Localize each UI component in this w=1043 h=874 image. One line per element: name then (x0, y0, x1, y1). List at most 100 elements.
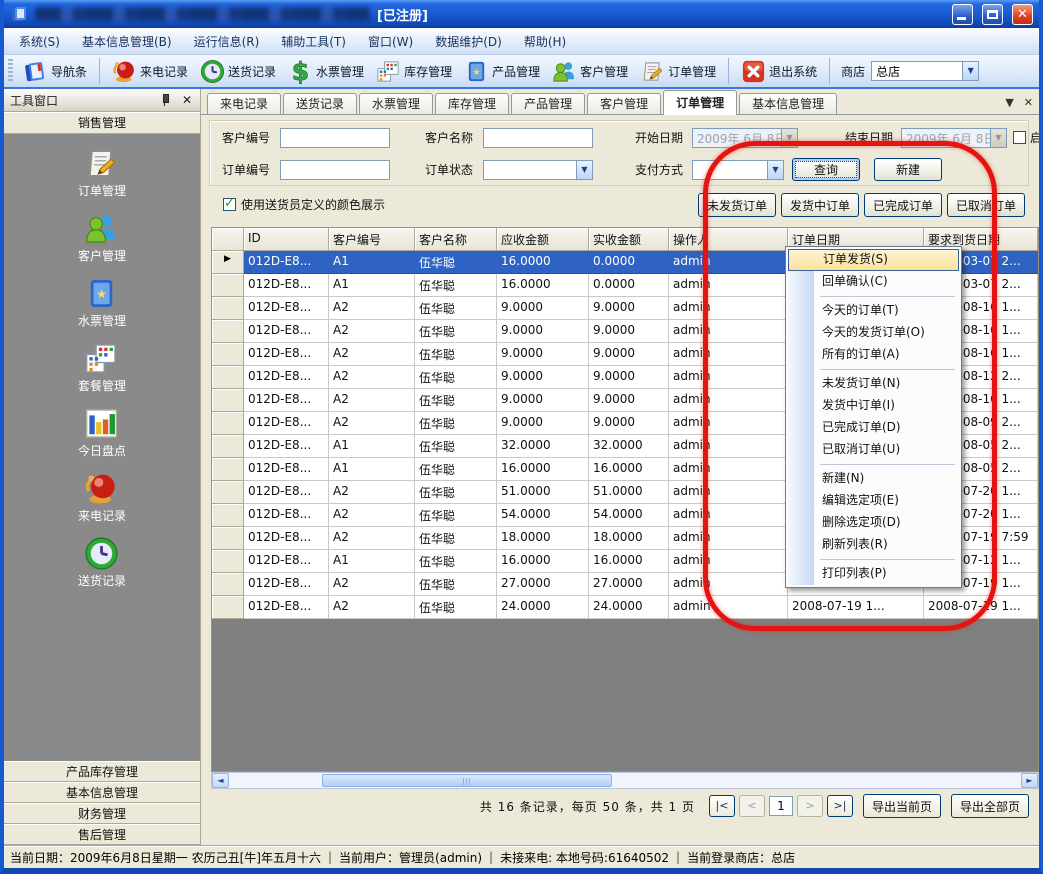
pay-method-select[interactable]: ▼ (692, 160, 784, 180)
context-menu-item-3[interactable]: 今天的订单(T) (788, 300, 959, 322)
shop-select[interactable]: 总店▼ (871, 61, 979, 81)
cell-received: 9.0000 (589, 412, 669, 435)
page-number-input[interactable] (769, 796, 793, 816)
tab-close-icon[interactable]: ✕ (1024, 96, 1033, 109)
horizontal-scrollbar[interactable]: ◄ ► (211, 772, 1039, 789)
context-menu-item-8[interactable]: 发货中订单(I) (788, 395, 959, 417)
tab-3[interactable]: 库存管理 (435, 93, 509, 114)
toolbar-button-calendar-grid[interactable]: 库存管理 (371, 57, 457, 86)
enable-checkbox[interactable] (1013, 131, 1026, 144)
export-current-page-button[interactable]: 导出当前页 (863, 794, 941, 818)
sidebar-section-1[interactable]: 基本信息管理 (4, 782, 200, 803)
cell-customer_name: 伍华聪 (415, 274, 497, 297)
new-button[interactable]: 新建 (874, 158, 942, 181)
table-row[interactable]: 012D-E8...A2伍华聪24.000024.0000admin2008-0… (212, 596, 1038, 619)
toolbar-button-bell[interactable]: 来电记录 (107, 57, 193, 86)
context-menu-item-14[interactable]: 删除选定项(D) (788, 512, 959, 534)
context-menu-item-5[interactable]: 所有的订单(A) (788, 344, 959, 366)
toolbar-button-clock[interactable]: 送货记录 (195, 57, 281, 86)
tab-overflow-icon[interactable]: ▼ (1005, 96, 1013, 109)
toolbar-button-exit[interactable]: 退出系统 (736, 57, 822, 86)
order-no-input[interactable] (280, 160, 390, 180)
context-menu-item-1[interactable]: 回单确认(C) (788, 271, 959, 293)
context-menu-item-10[interactable]: 已取消订单(U) (788, 439, 959, 461)
order-status-select[interactable]: ▼ (483, 160, 593, 180)
cell-customer_name: 伍华聪 (415, 481, 497, 504)
context-menu-item-13[interactable]: 编辑选定项(E) (788, 490, 959, 512)
column-header-2[interactable]: 客户名称 (415, 228, 497, 251)
tab-2[interactable]: 水票管理 (359, 93, 433, 114)
row-selector-cell: ▶ (212, 251, 244, 274)
tab-4[interactable]: 产品管理 (511, 93, 585, 114)
cell-customer_name: 伍华聪 (415, 596, 497, 619)
scrollbar-thumb[interactable] (322, 774, 612, 787)
pin-icon[interactable] (160, 94, 170, 106)
menu-item-3[interactable]: 辅助工具(T) (270, 29, 357, 54)
export-all-pages-button[interactable]: 导出全部页 (951, 794, 1029, 818)
sidebar-item-clock[interactable]: 送货记录 (78, 536, 126, 589)
maximize-button[interactable] (982, 4, 1003, 25)
sidebar-item-bell[interactable]: 来电记录 (78, 471, 126, 524)
toolbar-button-dollar[interactable]: $水票管理 (283, 57, 369, 86)
context-menu-item-17[interactable]: 打印列表(P) (788, 563, 959, 585)
prev-page-button[interactable]: < (739, 795, 765, 817)
menu-item-1[interactable]: 基本信息管理(B) (71, 29, 183, 54)
toolbar-button-blue-book[interactable]: ★产品管理 (459, 57, 545, 86)
tab-7[interactable]: 基本信息管理 (739, 93, 837, 114)
toolbar-button-people[interactable]: 客户管理 (547, 57, 633, 86)
sidebar-item-bar-chart[interactable]: 今日盘点 (78, 406, 126, 459)
menu-item-0[interactable]: 系统(S) (8, 29, 71, 54)
cell-received: 18.0000 (589, 527, 669, 550)
sidebar-section-0[interactable]: 产品库存管理 (4, 761, 200, 782)
toolbar-button-book-navigator[interactable]: 导航条 (18, 57, 92, 86)
menu-item-6[interactable]: 帮助(H) (513, 29, 577, 54)
customer-name-label: 客户名称 (425, 128, 473, 148)
close-button[interactable]: ✕ (1012, 4, 1033, 25)
customer-no-input[interactable] (280, 128, 390, 148)
sidebar-item-people[interactable]: 客户管理 (78, 211, 126, 264)
toolbar-button-scroll-pen[interactable]: 订单管理 (635, 57, 721, 86)
menu-item-5[interactable]: 数据维护(D) (424, 29, 513, 54)
query-button[interactable]: 查询 (792, 158, 860, 181)
context-menu-item-15[interactable]: 刷新列表(R) (788, 534, 959, 556)
column-header-0[interactable]: ID (244, 228, 329, 251)
sidebar-section-3[interactable]: 售后管理 (4, 824, 200, 845)
cell-customer_no: A2 (329, 343, 415, 366)
next-page-button[interactable]: > (797, 795, 823, 817)
tool-window-close-icon[interactable]: ✕ (180, 93, 194, 107)
status-filter-button-0[interactable]: 未发货订单 (698, 193, 776, 217)
last-page-button[interactable]: >| (827, 795, 853, 817)
cell-id: 012D-E8... (244, 504, 329, 527)
column-header-3[interactable]: 应收金额 (497, 228, 589, 251)
status-filter-button-3[interactable]: 已取消订单 (947, 193, 1025, 217)
sidebar-item-blue-book[interactable]: ★水票管理 (78, 276, 126, 329)
cell-id: 012D-E8... (244, 573, 329, 596)
start-date-picker[interactable]: 2009年 6月 8日 ▼ (692, 128, 798, 148)
context-menu-item-7[interactable]: 未发货订单(N) (788, 373, 959, 395)
sidebar-section-sales[interactable]: 销售管理 (4, 112, 200, 134)
column-header-4[interactable]: 实收金额 (589, 228, 669, 251)
context-menu-item-4[interactable]: 今天的发货订单(O) (788, 322, 959, 344)
context-menu-item-12[interactable]: 新建(N) (788, 468, 959, 490)
sidebar-section-2[interactable]: 财务管理 (4, 803, 200, 824)
tab-1[interactable]: 送货记录 (283, 93, 357, 114)
customer-name-input[interactable] (483, 128, 593, 148)
status-filter-button-2[interactable]: 已完成订单 (864, 193, 942, 217)
scroll-left-icon[interactable]: ◄ (212, 773, 229, 788)
status-filter-button-1[interactable]: 发货中订单 (781, 193, 859, 217)
minimize-button[interactable] (952, 4, 973, 25)
context-menu-item-0[interactable]: 订单发货(S) (788, 249, 959, 271)
context-menu-item-9[interactable]: 已完成订单(D) (788, 417, 959, 439)
first-page-button[interactable]: |< (709, 795, 735, 817)
sidebar-item-calendar-grid[interactable]: 套餐管理 (78, 341, 126, 394)
column-header-5[interactable]: 操作人 (669, 228, 788, 251)
sidebar-item-scroll-pen[interactable]: 订单管理 (78, 146, 126, 199)
menu-item-4[interactable]: 窗口(W) (357, 29, 424, 54)
menu-item-2[interactable]: 运行信息(R) (183, 29, 271, 54)
tab-6[interactable]: 订单管理 (663, 90, 737, 115)
end-date-picker[interactable]: 2009年 6月 8日 ▼ (901, 128, 1007, 148)
tab-0[interactable]: 来电记录 (207, 93, 281, 114)
column-header-1[interactable]: 客户编号 (329, 228, 415, 251)
scroll-right-icon[interactable]: ► (1021, 773, 1038, 788)
tab-5[interactable]: 客户管理 (587, 93, 661, 114)
